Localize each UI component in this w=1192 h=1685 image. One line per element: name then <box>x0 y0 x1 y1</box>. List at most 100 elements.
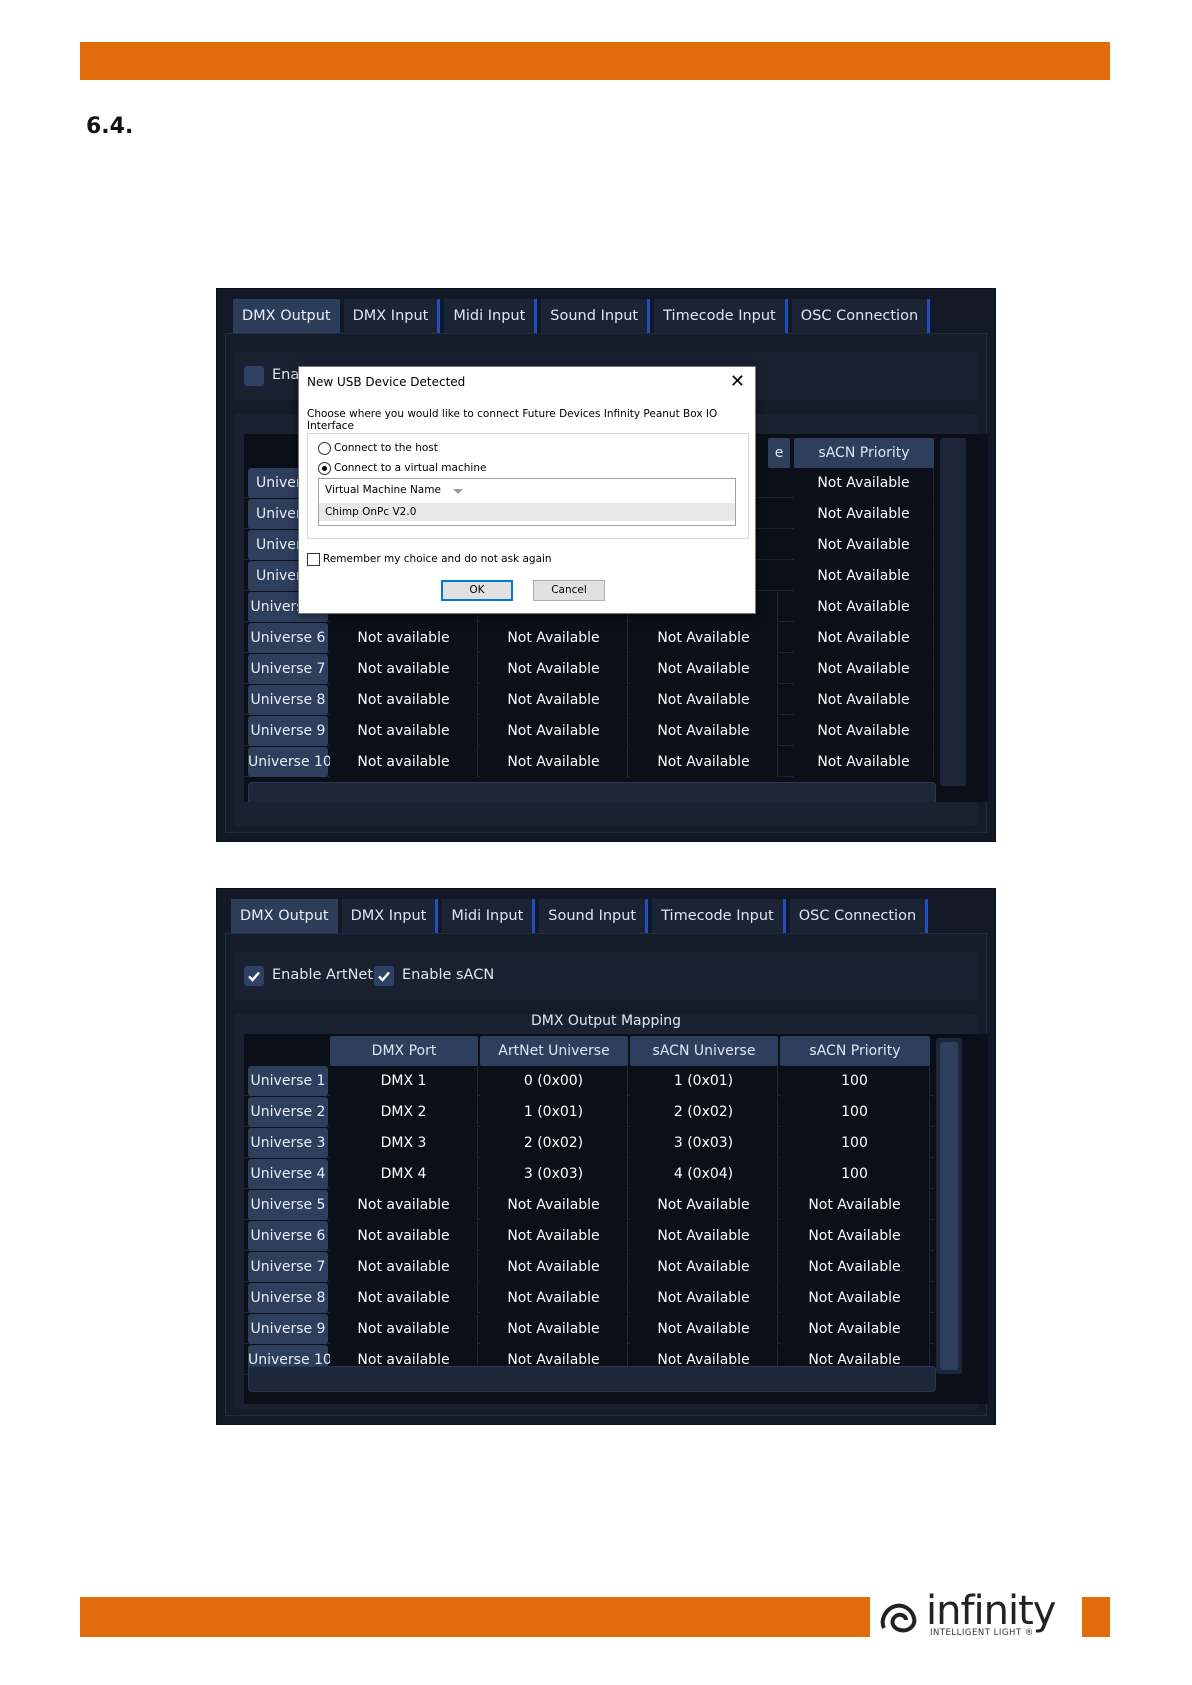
sort-arrow-icon <box>453 489 463 494</box>
tab-bar: DMX Output DMX Input Midi Input Sound In… <box>233 299 934 333</box>
row-label[interactable]: Universe 6 <box>248 623 328 653</box>
row-label[interactable]: Universe 7 <box>248 654 328 684</box>
table-cell: Not Available <box>630 1314 778 1344</box>
table-cell: Not Available <box>630 716 778 746</box>
table-cell: Not Available <box>630 1252 778 1282</box>
table-cell: Not available <box>330 1283 478 1313</box>
table-cell: Not Available <box>630 623 778 653</box>
table-cell: Not Available <box>780 1190 930 1220</box>
row-label[interactable]: Universe 10 <box>248 747 332 777</box>
table-cell: Not Available <box>780 1252 930 1282</box>
checkmark-icon <box>378 971 390 982</box>
horizontal-scrollbar[interactable] <box>248 1366 936 1392</box>
table-cell: Not Available <box>630 1283 778 1313</box>
row-label[interactable]: Universe 4 <box>248 1159 328 1189</box>
close-icon[interactable]: ✕ <box>730 371 745 392</box>
table-cell: 2 (0x02) <box>480 1128 628 1158</box>
row-label[interactable]: Universe 3 <box>248 1128 328 1158</box>
table-cell: Not Available <box>480 1252 628 1282</box>
header-sacn-priority: sACN Priority <box>780 1036 930 1066</box>
tab-osc-connection[interactable]: OSC Connection <box>791 299 931 333</box>
vm-list-item[interactable]: Chimp OnPc V2.0 <box>319 503 735 521</box>
horizontal-scrollbar[interactable] <box>248 782 936 802</box>
vertical-scrollbar[interactable] <box>940 438 966 786</box>
table-cell: Not available <box>330 1190 478 1220</box>
radio-connect-host[interactable] <box>318 442 331 455</box>
table-cell: 100 <box>780 1097 930 1127</box>
enable-sacn-checkbox[interactable] <box>374 966 394 986</box>
vm-list: Virtual Machine Name Chimp OnPc V2.0 <box>318 478 736 526</box>
tab-midi-input[interactable]: Midi Input <box>442 899 536 933</box>
tab-dmx-output[interactable]: DMX Output <box>233 299 340 333</box>
table-cell: Not Available <box>480 1283 628 1313</box>
table-row: Universe 9 Not available Not Available N… <box>244 716 934 746</box>
table-row: Universe 6 Not available Not Available N… <box>244 1221 934 1251</box>
table-cell: Not available <box>330 1314 478 1344</box>
table-cell: Not Available <box>480 1221 628 1251</box>
table-cell: Not Available <box>630 1190 778 1220</box>
table-cell: Not Available <box>794 716 934 746</box>
table-cell: Not Available <box>794 561 934 591</box>
tab-dmx-output[interactable]: DMX Output <box>231 899 338 933</box>
scrollbar-thumb[interactable] <box>940 1042 958 1370</box>
tab-dmx-input[interactable]: DMX Input <box>343 299 441 333</box>
tab-osc-connection[interactable]: OSC Connection <box>789 899 929 933</box>
cancel-button[interactable]: Cancel <box>533 580 605 601</box>
table-cell: Not Available <box>630 1221 778 1251</box>
table-row: Universe 10 Not available Not Available … <box>244 747 934 777</box>
vertical-scrollbar[interactable] <box>936 1038 962 1374</box>
table-cell: 0 (0x00) <box>480 1066 628 1096</box>
table-cell: Not available <box>330 623 478 653</box>
table-cell: 100 <box>780 1066 930 1096</box>
table-cell: 2 (0x02) <box>630 1097 778 1127</box>
table-cell: DMX 2 <box>330 1097 478 1127</box>
table-cell: Not available <box>330 716 478 746</box>
table-cell: Not Available <box>630 685 778 715</box>
dialog-prompt: Choose where you would like to connect F… <box>307 408 718 432</box>
enable-checkbox[interactable] <box>244 366 264 386</box>
table-row: Universe 6 Not available Not Available N… <box>244 623 934 653</box>
row-label[interactable]: Universe 8 <box>248 1283 328 1313</box>
tab-sound-input[interactable]: Sound Input <box>541 299 651 333</box>
header-sacn-universe: sACN Universe <box>630 1036 778 1066</box>
table-cell: Not Available <box>780 1221 930 1251</box>
row-label[interactable]: Universe 1 <box>248 1066 328 1096</box>
remember-choice-checkbox[interactable] <box>307 553 320 566</box>
tab-dmx-input[interactable]: DMX Input <box>341 899 439 933</box>
table-cell: Not Available <box>480 747 628 777</box>
table-row: Universe 7 Not available Not Available N… <box>244 1252 934 1282</box>
table-cell: Not available <box>330 654 478 684</box>
table-cell: Not Available <box>780 1314 930 1344</box>
vm-column-header[interactable]: Virtual Machine Name <box>325 484 441 496</box>
row-label[interactable]: Universe 7 <box>248 1252 328 1282</box>
tab-sound-input[interactable]: Sound Input <box>539 899 649 933</box>
table-cell: Not Available <box>480 716 628 746</box>
tab-midi-input[interactable]: Midi Input <box>444 299 538 333</box>
enable-artnet-label: Enable ArtNet <box>272 967 374 983</box>
row-label[interactable]: Universe 9 <box>248 716 328 746</box>
radio-connect-vm[interactable] <box>318 462 331 475</box>
table-cell: Not Available <box>630 654 778 684</box>
row-label[interactable]: Universe 8 <box>248 685 328 715</box>
table-cell: Not Available <box>480 623 628 653</box>
tab-timecode-input[interactable]: Timecode Input <box>654 299 788 333</box>
row-label[interactable]: Universe 2 <box>248 1097 328 1127</box>
table-cell: Not Available <box>794 654 934 684</box>
table-cell: Not available <box>330 1221 478 1251</box>
tab-timecode-input[interactable]: Timecode Input <box>652 899 786 933</box>
remember-choice-label: Remember my choice and do not ask again <box>323 553 552 565</box>
row-label[interactable]: Universe 6 <box>248 1221 328 1251</box>
connect-options-group: Connect to the host Connect to a virtual… <box>307 433 749 539</box>
row-label[interactable]: Universe 9 <box>248 1314 328 1344</box>
enable-sacn-label: Enable sACN <box>402 967 495 983</box>
header-sacn-priority: sACN Priority <box>794 438 934 468</box>
row-label[interactable]: Universe 5 <box>248 1190 328 1220</box>
mapping-grid: DMX Port ArtNet Universe sACN Universe s… <box>244 1034 988 1404</box>
mapping-section: DMX Output Mapping DMX Port ArtNet Unive… <box>234 1013 988 1409</box>
enable-artnet-checkbox[interactable] <box>244 966 264 986</box>
table-row: Universe 5 Not available Not Available N… <box>244 1190 934 1220</box>
ok-button[interactable]: OK <box>441 580 513 601</box>
header-dmx-port: DMX Port <box>330 1036 478 1066</box>
usb-device-dialog: New USB Device Detected ✕ Choose where y… <box>298 366 756 614</box>
table-row: Universe 4 DMX 4 3 (0x03) 4 (0x04) 100 <box>244 1159 934 1189</box>
